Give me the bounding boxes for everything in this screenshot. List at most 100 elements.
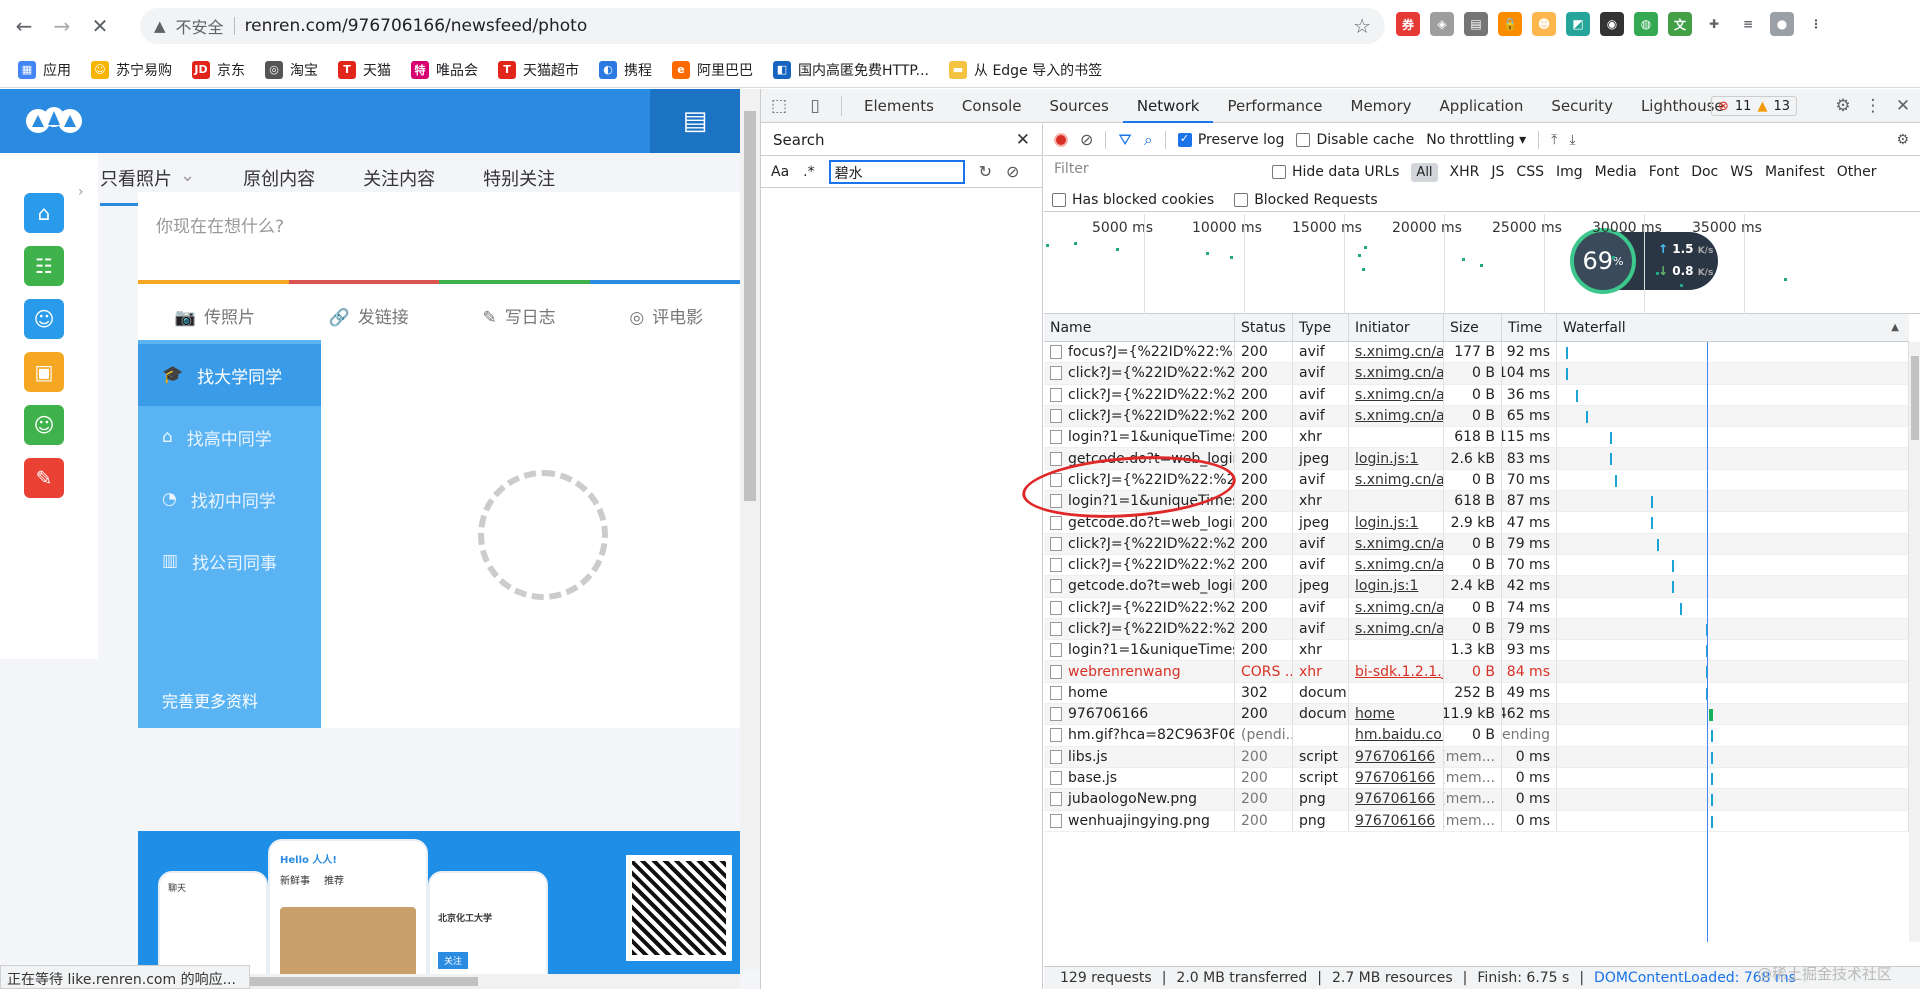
shield-ext-icon[interactable]: ◈ xyxy=(1430,12,1454,36)
table-row[interactable]: click?J={%22ID%22:%22976...200avifs.xnim… xyxy=(1044,533,1909,555)
lock-ext-icon[interactable]: 🔒 xyxy=(1498,12,1522,36)
search-icon[interactable]: ⌕ xyxy=(1144,130,1153,150)
devtools-tab[interactable]: Elements xyxy=(850,89,948,123)
inspect-icon[interactable]: ⬚ xyxy=(761,96,797,116)
request-initiator[interactable]: s.xnimg.cn/a7... xyxy=(1349,405,1444,427)
sidebar-nav-icon[interactable]: ☺ xyxy=(24,299,64,339)
request-name[interactable]: click?J={%22ID%22:%22976... xyxy=(1044,363,1235,384)
issues-badge[interactable]: ⊗ 11 ▲ 13 xyxy=(1711,96,1797,116)
request-initiator[interactable]: s.xnimg.cn/a7... xyxy=(1349,554,1444,576)
filter-type[interactable]: CSS xyxy=(1516,164,1544,180)
puzzle-icon[interactable]: ✚ xyxy=(1702,12,1726,36)
column-header[interactable]: Time xyxy=(1502,314,1557,341)
filter-input[interactable]: Filter xyxy=(1050,161,1260,183)
request-name[interactable]: getcode.do?t=web_login&r... xyxy=(1044,576,1235,597)
table-row[interactable]: login?1=1&uniqueTimesta...200xhr 1.3 kB93… xyxy=(1044,640,1909,662)
request-initiator[interactable]: s.xnimg.cn/a7... xyxy=(1349,384,1444,405)
column-header[interactable]: Name xyxy=(1044,314,1235,341)
cat-ext-icon[interactable]: ☻ xyxy=(1532,12,1556,36)
request-initiator[interactable]: 976706166 xyxy=(1349,746,1444,767)
renren-logo[interactable] xyxy=(24,103,84,139)
request-initiator[interactable]: s.xnimg.cn/a7... xyxy=(1349,533,1444,554)
request-initiator[interactable]: home xyxy=(1349,704,1444,725)
request-name[interactable]: focus?J={%22ID%22:%22297... xyxy=(1044,342,1235,363)
disable-cache-toggle[interactable]: Disable cache xyxy=(1296,132,1414,148)
column-header[interactable]: Status xyxy=(1235,314,1293,341)
table-row[interactable]: jubaologoNew.png 200 png 976706166 (mem... 0 … xyxy=(1044,789,1909,811)
find-friends-item[interactable]: 🎓 找大学同学 xyxy=(138,344,321,406)
table-row[interactable]: click?J={%22ID%22:%22976...200avifs.xnim… xyxy=(1044,363,1909,385)
post-action-button[interactable]: ◎ 评电影 xyxy=(629,303,703,328)
request-name[interactable]: jubaologoNew.png xyxy=(1044,789,1235,810)
table-row[interactable]: click?J={%22ID%22:%22976...200avifs.xnim… xyxy=(1044,618,1909,641)
request-initiator[interactable]: 976706166 xyxy=(1349,789,1444,810)
table-row[interactable]: 976706166200docum...home11.9 kB462 ms xyxy=(1044,704,1909,726)
request-initiator[interactable]: s.xnimg.cn/a7... xyxy=(1349,618,1444,640)
search-input[interactable]: 碧水 xyxy=(828,159,965,184)
chrome-ext-icon[interactable]: ◍ xyxy=(1634,12,1658,36)
devtools-tab[interactable]: Security xyxy=(1537,89,1627,123)
table-row[interactable]: home302docum... 252 B49 ms xyxy=(1044,682,1909,705)
url-text[interactable]: renren.com/976706166/newsfeed/photo xyxy=(245,16,588,36)
match-case-button[interactable]: Aa xyxy=(771,164,789,180)
sidebar-nav-icon[interactable]: ⌂ xyxy=(24,193,64,233)
request-initiator[interactable]: login.js:1 xyxy=(1349,576,1444,597)
coupon-icon[interactable]: 券 xyxy=(1396,12,1420,36)
address-bar[interactable]: ▲ 不安全 renren.com/976706166/newsfeed/phot… xyxy=(140,8,1385,44)
table-row[interactable]: getcode.do?t=web_login&r...200jpeglogin.… xyxy=(1044,576,1909,598)
filter-type[interactable]: Manifest xyxy=(1765,164,1825,180)
regex-button[interactable]: .* xyxy=(803,164,814,180)
find-friends-item[interactable]: ▥ 找公司同事 xyxy=(138,530,321,592)
bookmark-item[interactable]: JD 京东 xyxy=(192,60,245,80)
request-initiator[interactable]: s.xnimg.cn/a7... xyxy=(1349,597,1444,618)
complete-profile-link[interactable]: 完善更多资料 xyxy=(162,688,322,712)
preserve-log-toggle[interactable]: Preserve log xyxy=(1177,132,1284,148)
close-devtools-icon[interactable]: ✕ xyxy=(1885,96,1920,116)
bookmark-item[interactable]: e 阿里巴巴 xyxy=(672,60,753,80)
bookmark-item[interactable]: T 天猫 xyxy=(338,60,391,80)
profile-icon[interactable]: ● xyxy=(1770,12,1794,36)
find-friends-item[interactable]: ◔ 找初中同学 xyxy=(138,468,321,530)
request-name[interactable]: login?1=1&uniqueTimesta... xyxy=(1044,427,1235,448)
filter-icon[interactable]: ⛛ xyxy=(1118,130,1131,150)
sidebar-nav-icon[interactable]: ✎ xyxy=(24,458,64,498)
column-header[interactable]: Initiator xyxy=(1349,314,1444,341)
sort-icon[interactable]: ▲ xyxy=(1891,322,1899,333)
filter-type[interactable]: JS xyxy=(1491,164,1504,180)
request-name[interactable]: click?J={%22ID%22:%22976... xyxy=(1044,533,1235,554)
blocked-requests-toggle[interactable]: Blocked Requests xyxy=(1234,192,1378,208)
throttling-select[interactable]: No throttling ▾ xyxy=(1426,132,1526,148)
request-initiator[interactable]: 976706166 xyxy=(1349,767,1444,789)
request-name[interactable]: click?J={%22ID%22:%22976... xyxy=(1044,618,1235,640)
bookmark-item[interactable]: ▬ 从 Edge 导入的书签 xyxy=(949,60,1102,80)
has-blocked-cookies-toggle[interactable]: Has blocked cookies xyxy=(1052,192,1214,208)
filter-type[interactable]: Font xyxy=(1649,164,1679,180)
devtools-tab[interactable]: Application xyxy=(1426,89,1538,123)
table-row[interactable]: focus?J={%22ID%22:%22297...200avifs.xnim… xyxy=(1044,342,1909,364)
table-row[interactable]: click?J={%22ID%22:%22976...200avifs.xnim… xyxy=(1044,384,1909,406)
back-icon[interactable]: ← xyxy=(10,12,38,40)
table-row[interactable]: click?J={%22ID%22:%22976...200avifs.xnim… xyxy=(1044,597,1909,619)
menu-icon[interactable]: ⋮ xyxy=(1804,12,1828,36)
network-overview[interactable]: 69% ↑ 1.5 K/s ↓ 0.8 K/s 5000 ms 10000 ms 1… xyxy=(1044,214,1920,314)
bookmark-star-icon[interactable]: ☆ xyxy=(1353,14,1371,38)
reader-ext-icon[interactable]: ▤ xyxy=(1464,12,1488,36)
stop-icon[interactable]: ✕ xyxy=(86,12,114,40)
table-row[interactable]: wenhuajingying.png 200 png 976706166 (mem...… xyxy=(1044,810,1909,832)
filter-type[interactable]: Doc xyxy=(1691,164,1718,180)
close-search-icon[interactable]: ✕ xyxy=(1016,130,1030,150)
table-scrollbar[interactable] xyxy=(1909,342,1920,942)
sidebar-nav-icon[interactable]: ☷ xyxy=(24,246,64,286)
post-action-button[interactable]: 🔗 发链接 xyxy=(329,303,409,328)
table-row[interactable]: libs.js 200 script 976706166 (mem... 0 ms xyxy=(1044,746,1909,768)
record-button[interactable] xyxy=(1054,132,1068,147)
target-ext-icon[interactable]: ◉ xyxy=(1600,12,1624,36)
request-name[interactable]: wenhuajingying.png xyxy=(1044,810,1235,831)
table-row[interactable]: getcode.do?t=web_login&r...200jpeglogin.… xyxy=(1044,512,1909,534)
download-har-icon[interactable]: ⤓ xyxy=(1569,132,1575,148)
request-name[interactable]: login?1=1&uniqueTimesta... xyxy=(1044,640,1235,661)
request-initiator[interactable]: s.xnimg.cn/a7... xyxy=(1349,469,1444,491)
sidebar-nav-icon[interactable]: ☺ xyxy=(24,405,64,445)
upload-har-icon[interactable]: ⤒ xyxy=(1551,132,1557,148)
request-initiator[interactable]: s.xnimg.cn/a7... xyxy=(1349,363,1444,384)
